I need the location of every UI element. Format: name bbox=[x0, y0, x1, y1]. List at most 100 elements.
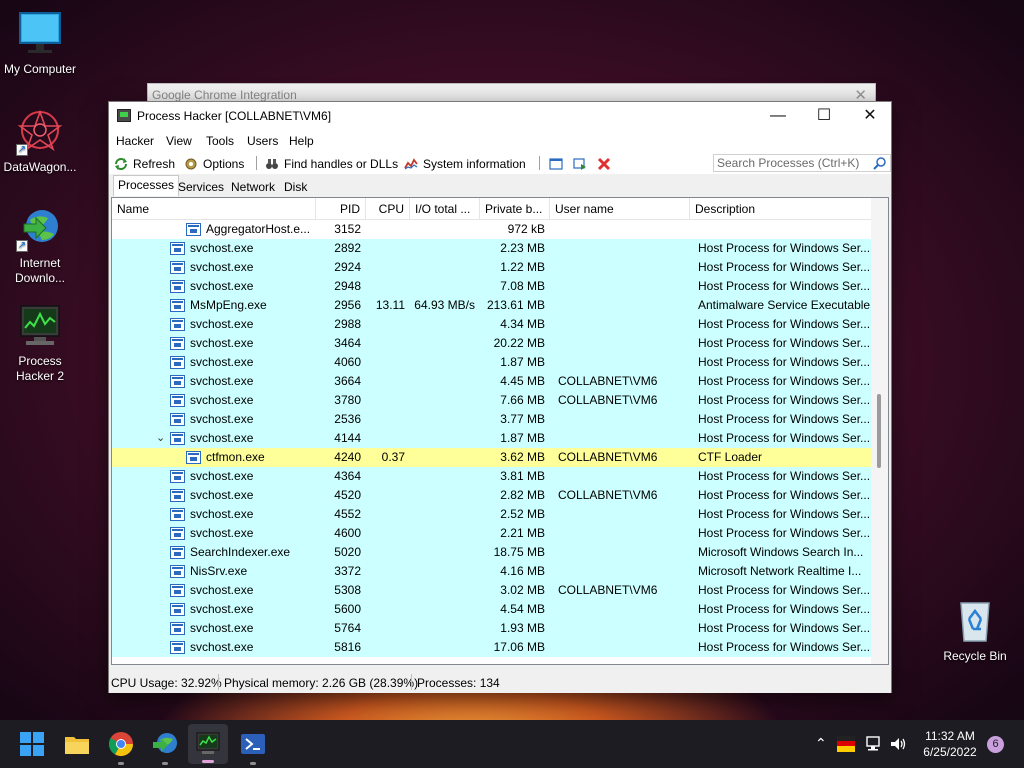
search-processes-input[interactable]: Search Processes (Ctrl+K) bbox=[713, 154, 891, 172]
search-icon[interactable] bbox=[873, 156, 887, 170]
desktop-icon-internet-download-manager[interactable]: ↗ Internet Downlo... bbox=[0, 204, 80, 286]
process-row[interactable]: svchost.exe 4600 2.21 MB Host Process for W… bbox=[112, 524, 872, 543]
internet-download-manager-icon[interactable] bbox=[151, 730, 179, 758]
menu-help[interactable]: Help bbox=[289, 134, 314, 148]
process-row[interactable]: SearchIndexer.exe 5020 18.75 MB Microsoft W… bbox=[112, 543, 872, 562]
process-row[interactable]: NisSrv.exe 3372 4.16 MB Microsoft Network R… bbox=[112, 562, 872, 581]
status-bar: CPU Usage: 32.92% Physical memory: 2.26 … bbox=[109, 672, 891, 693]
process-row[interactable]: AggregatorHost.e... 3152 972 kB bbox=[112, 220, 872, 239]
process-row[interactable]: ctfmon.exe 4240 0.37 3.62 MB COLLABNET\VM6 CT… bbox=[112, 448, 872, 467]
process-row[interactable]: svchost.exe 4520 2.82 MB COLLABNET\VM6 Host … bbox=[112, 486, 872, 505]
terminate-button[interactable] bbox=[597, 155, 616, 172]
clock-date[interactable]: 6/25/2022 bbox=[916, 745, 984, 759]
process-user-name bbox=[558, 410, 688, 429]
column-io-total[interactable]: I/O total ... bbox=[410, 198, 480, 220]
refresh-button[interactable]: Refresh bbox=[114, 155, 175, 172]
column-cpu[interactable]: CPU bbox=[366, 198, 410, 220]
process-row[interactable]: svchost.exe 4364 3.81 MB Host Process for W… bbox=[112, 467, 872, 486]
process-icon bbox=[170, 356, 185, 369]
process-hacker-window[interactable]: Process Hacker [COLLABNET\VM6] — ☐ ✕ Hac… bbox=[108, 101, 892, 693]
process-row[interactable]: svchost.exe 3464 20.22 MB Host Process for … bbox=[112, 334, 872, 353]
find-window-button[interactable] bbox=[573, 155, 592, 172]
tab-network[interactable]: Network bbox=[226, 177, 280, 196]
column-description[interactable]: Description bbox=[690, 198, 872, 220]
process-cpu bbox=[366, 562, 405, 581]
process-row[interactable]: svchost.exe 5308 3.02 MB COLLABNET\VM6 Host … bbox=[112, 581, 872, 600]
vertical-scrollbar[interactable] bbox=[871, 198, 888, 664]
desktop-icon-recycle-bin[interactable]: Recycle Bin bbox=[935, 597, 1015, 664]
process-row[interactable]: svchost.exe 4552 2.52 MB Host Process for W… bbox=[112, 505, 872, 524]
process-list[interactable]: Name PID CPU I/O total ... Private b... … bbox=[111, 197, 889, 665]
process-row[interactable]: svchost.exe 2536 3.77 MB Host Process for W… bbox=[112, 410, 872, 429]
process-name: SearchIndexer.exe bbox=[190, 545, 291, 559]
column-name[interactable]: Name bbox=[112, 198, 316, 220]
process-io-total bbox=[410, 372, 475, 391]
process-row[interactable]: svchost.exe 2892 2.23 MB Host Process for W… bbox=[112, 239, 872, 258]
clock-time[interactable]: 11:32 AM bbox=[920, 729, 980, 743]
process-row[interactable]: svchost.exe 3780 7.66 MB COLLABNET\VM6 Host … bbox=[112, 391, 872, 410]
process-cpu bbox=[366, 619, 405, 638]
process-icon bbox=[170, 394, 185, 407]
column-user-name[interactable]: User name bbox=[550, 198, 690, 220]
collapse-chevron-icon[interactable]: ⌄ bbox=[156, 431, 165, 444]
column-private-bytes[interactable]: Private b... bbox=[480, 198, 550, 220]
binoculars-icon bbox=[266, 158, 278, 169]
desktop-icon-process-hacker[interactable]: Process Hacker 2 bbox=[0, 302, 80, 384]
process-icon bbox=[170, 470, 185, 483]
maximize-button[interactable]: ☐ bbox=[801, 102, 847, 130]
process-io-total bbox=[410, 505, 475, 524]
process-user-name bbox=[558, 315, 688, 334]
chevron-up-icon[interactable]: ⌃ bbox=[815, 735, 827, 752]
find-handles-button[interactable]: Find handles or DLLs bbox=[265, 155, 398, 172]
process-cpu bbox=[366, 258, 405, 277]
monitor-icon bbox=[16, 10, 64, 58]
volume-icon[interactable] bbox=[889, 735, 907, 753]
process-row[interactable]: svchost.exe 2948 7.08 MB Host Process for W… bbox=[112, 277, 872, 296]
window-button[interactable] bbox=[549, 155, 568, 172]
process-row[interactable]: svchost.exe 3664 4.45 MB COLLABNET\VM6 Host … bbox=[112, 372, 872, 391]
menu-tools[interactable]: Tools bbox=[206, 134, 234, 148]
powershell-icon[interactable] bbox=[239, 730, 267, 758]
options-button[interactable]: Options bbox=[184, 155, 244, 172]
process-private-bytes: 4.16 MB bbox=[500, 564, 545, 578]
process-pid: 4520 bbox=[334, 488, 361, 502]
process-row[interactable]: svchost.exe 5764 1.93 MB Host Process for W… bbox=[112, 619, 872, 638]
process-icon bbox=[170, 622, 185, 635]
process-name: svchost.exe bbox=[190, 526, 254, 540]
process-row[interactable]: svchost.exe 5600 4.54 MB Host Process for W… bbox=[112, 600, 872, 619]
process-icon bbox=[170, 280, 185, 293]
menu-users[interactable]: Users bbox=[247, 134, 278, 148]
process-row[interactable]: MsMpEng.exe 2956 13.11 64.93 MB/s 213.61 MB A… bbox=[112, 296, 872, 315]
process-icon bbox=[170, 603, 185, 616]
process-name: svchost.exe bbox=[190, 431, 254, 445]
process-hacker-taskbar-button[interactable] bbox=[188, 724, 228, 764]
process-pid: 4600 bbox=[334, 526, 361, 540]
minimize-button[interactable]: — bbox=[755, 102, 801, 130]
desktop-icon-datawagon[interactable]: ↗ DataWagon... bbox=[0, 108, 80, 175]
scrollbar-thumb[interactable] bbox=[877, 394, 881, 468]
process-row[interactable]: svchost.exe 2924 1.22 MB Host Process for W… bbox=[112, 258, 872, 277]
process-row[interactable]: svchost.exe 5816 17.06 MB Host Process for … bbox=[112, 638, 872, 657]
process-row[interactable]: ⌄ svchost.exe 4144 1.87 MB Host Process for … bbox=[112, 429, 872, 448]
process-pid: 4552 bbox=[334, 507, 361, 521]
system-information-button[interactable]: System information bbox=[404, 155, 526, 172]
network-icon[interactable] bbox=[864, 735, 882, 753]
process-icon bbox=[170, 546, 185, 559]
tab-services[interactable]: Services bbox=[173, 177, 229, 196]
notification-badge[interactable]: 6 bbox=[987, 736, 1004, 753]
column-pid[interactable]: PID bbox=[316, 198, 366, 220]
process-row[interactable]: svchost.exe 4060 1.87 MB Host Process for W… bbox=[112, 353, 872, 372]
tab-disk[interactable]: Disk bbox=[279, 177, 312, 196]
keyboard-layout-icon[interactable] bbox=[837, 736, 855, 752]
process-row[interactable]: svchost.exe 2988 4.34 MB Host Process for W… bbox=[112, 315, 872, 334]
tab-processes[interactable]: Processes bbox=[113, 175, 180, 196]
chrome-icon[interactable] bbox=[107, 730, 135, 758]
close-button[interactable]: ✕ bbox=[847, 102, 893, 130]
process-user-name bbox=[558, 600, 688, 619]
menu-hacker[interactable]: Hacker bbox=[116, 134, 154, 148]
title-bar[interactable]: Process Hacker [COLLABNET\VM6] — ☐ ✕ bbox=[109, 102, 891, 130]
windows-start-icon[interactable] bbox=[18, 730, 46, 758]
menu-view[interactable]: View bbox=[166, 134, 192, 148]
file-explorer-icon[interactable] bbox=[63, 730, 91, 758]
desktop-icon-my-computer[interactable]: My Computer bbox=[0, 10, 80, 77]
